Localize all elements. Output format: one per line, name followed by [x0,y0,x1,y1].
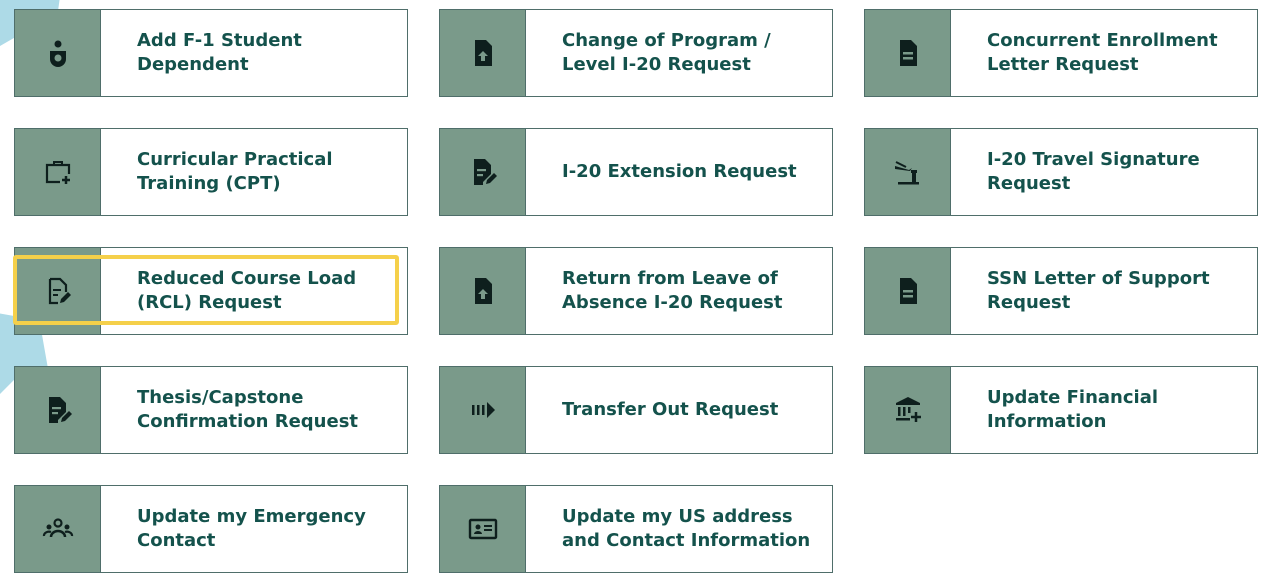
card-label: Concurrent Enrollment Letter Request [987,30,1218,75]
card-label: Add F-1 Student Dependent [137,30,302,75]
airplane-tower-icon [865,129,951,215]
card-emergency-contact[interactable]: Update my Emergency Contact [14,485,408,573]
card-label: Transfer Out Request [562,399,779,420]
card-label: I-20 Travel Signature Request [987,149,1200,194]
document-icon [865,248,951,334]
transfer-arrow-icon [440,367,526,453]
card-return-from-leave[interactable]: Return from Leave of Absence I-20 Reques… [439,247,833,335]
briefcase-plus-icon [15,129,101,215]
card-label: Update my US address and Contact Informa… [562,506,811,551]
card-label: Change of Program / Level I-20 Request [562,30,771,75]
group-icon [15,486,101,572]
card-cpt[interactable]: Curricular Practical Training (CPT) [14,128,408,216]
card-rcl-request[interactable]: Reduced Course Load (RCL) Request [14,247,408,335]
bank-plus-icon [865,367,951,453]
file-upload-icon [440,10,526,96]
card-label: Return from Leave of Absence I-20 Reques… [562,268,783,313]
card-label: SSN Letter of Support Request [987,268,1210,313]
document-edit-icon [440,129,526,215]
request-grid: Add F-1 Student Dependent Change of Prog… [14,9,1258,573]
card-concurrent-enrollment[interactable]: Concurrent Enrollment Letter Request [864,9,1258,97]
card-label: I-20 Extension Request [562,161,797,182]
card-label: Reduced Course Load (RCL) Request [137,268,357,313]
id-card-icon [440,486,526,572]
card-change-of-program[interactable]: Change of Program / Level I-20 Request [439,9,833,97]
card-transfer-out[interactable]: Transfer Out Request [439,366,833,454]
card-ssn-letter[interactable]: SSN Letter of Support Request [864,247,1258,335]
card-update-us-address[interactable]: Update my US address and Contact Informa… [439,485,833,573]
card-add-f1-dependent[interactable]: Add F-1 Student Dependent [14,9,408,97]
card-label: Update my Emergency Contact [137,506,366,551]
person-icon [15,10,101,96]
card-label: Curricular Practical Training (CPT) [137,149,333,194]
file-upload-icon [440,248,526,334]
card-i20-travel-signature[interactable]: I-20 Travel Signature Request [864,128,1258,216]
card-thesis-capstone[interactable]: Thesis/Capstone Confirmation Request [14,366,408,454]
card-i20-extension[interactable]: I-20 Extension Request [439,128,833,216]
card-label: Update Financial Information [987,387,1159,432]
document-edit-outline-icon [15,248,101,334]
card-label: Thesis/Capstone Confirmation Request [137,387,359,432]
card-update-financial[interactable]: Update Financial Information [864,366,1258,454]
document-icon [865,10,951,96]
document-edit-icon [15,367,101,453]
